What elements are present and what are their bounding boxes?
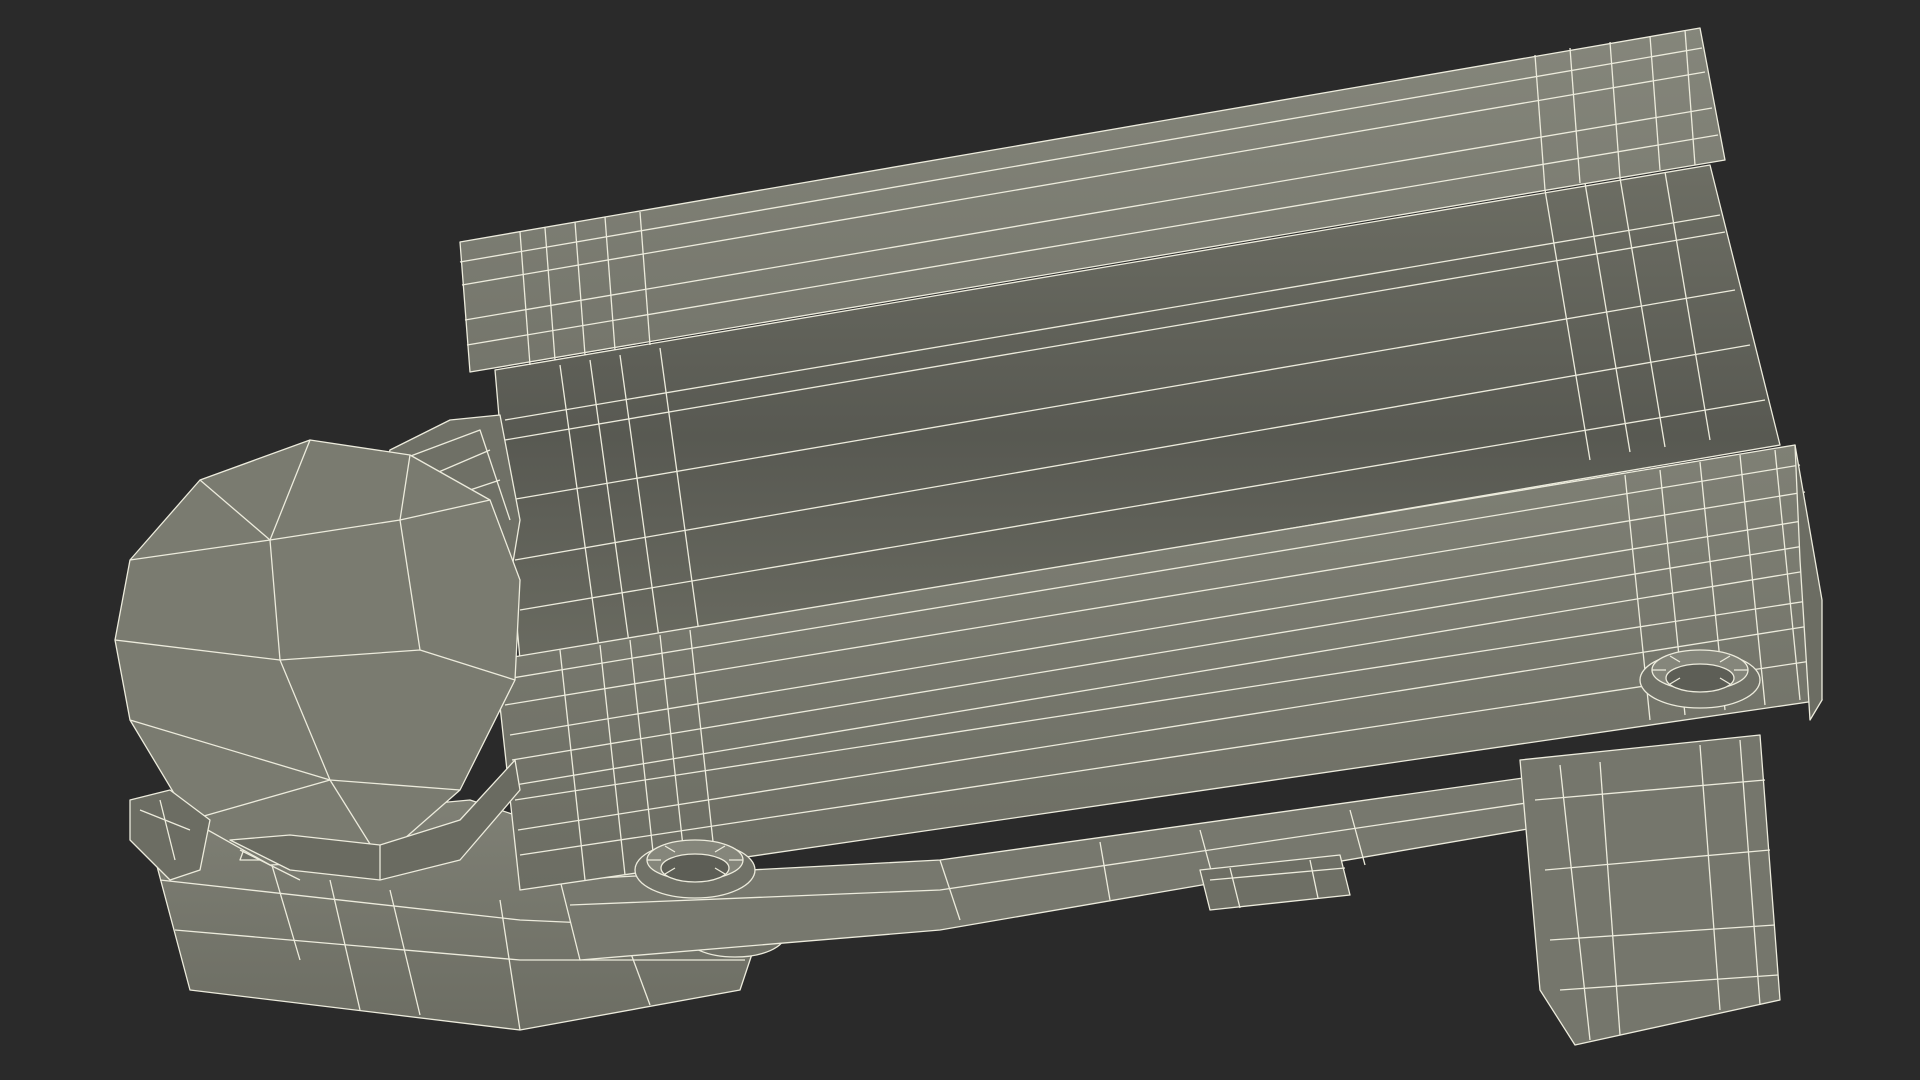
render-viewport — [0, 0, 1920, 1080]
right-leg — [1519, 734, 1781, 1046]
wireframe-render — [114, 27, 1823, 1046]
